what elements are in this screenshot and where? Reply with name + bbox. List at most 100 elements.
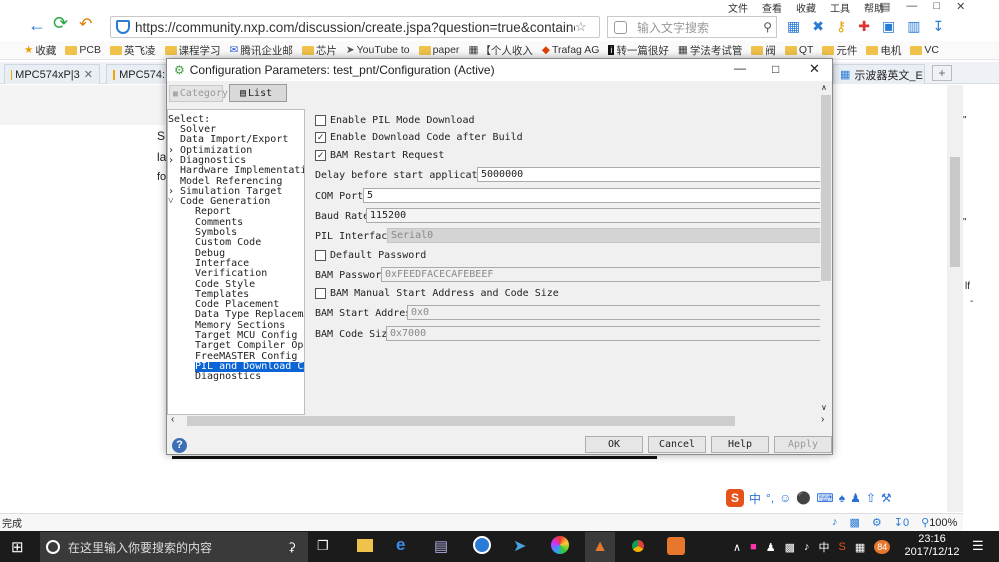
- telegram-icon[interactable]: ➤: [513, 536, 526, 556]
- bookmark-link[interactable]: i 转一篇很好: [608, 43, 669, 58]
- delay-input[interactable]: 5000000: [477, 167, 820, 182]
- bookmark-folder[interactable]: QT: [784, 44, 813, 56]
- bookmark-folder[interactable]: 芯片: [301, 43, 337, 58]
- tree-expand-icon[interactable]: ˅: [168, 197, 180, 207]
- ok-button[interactable]: OK: [585, 436, 643, 453]
- tray-volume-icon[interactable]: ♪: [804, 541, 810, 553]
- tab-mpc574[interactable]: MPC574:: [106, 64, 172, 84]
- bookmark-folder[interactable]: 英飞凌: [110, 43, 156, 58]
- bookmark-folder[interactable]: VC: [910, 44, 939, 56]
- com-port-input[interactable]: 5: [363, 188, 820, 203]
- enable-pil-checkbox[interactable]: [315, 115, 326, 126]
- help-circle-icon[interactable]: ?: [172, 438, 187, 453]
- baud-rate-input[interactable]: 115200: [366, 208, 820, 223]
- bam-size-input[interactable]: 0x7000: [386, 326, 820, 341]
- chrome-icon[interactable]: [629, 537, 647, 555]
- speaker-icon[interactable]: ♪: [832, 516, 838, 529]
- new-tab-icon[interactable]: +: [932, 65, 952, 81]
- menu-file[interactable]: 文件: [728, 0, 748, 15]
- mic-icon[interactable]: ⚳: [287, 540, 296, 554]
- upload-icon[interactable]: ⇧: [866, 491, 876, 505]
- dialog-titlebar[interactable]: ⚙ Configuration Parameters: test_pnt/Con…: [167, 59, 832, 81]
- task-view-icon[interactable]: ❐: [317, 538, 329, 554]
- bookmark-link[interactable]: ◆ Trafag AG: [542, 44, 600, 56]
- bookmark-link[interactable]: ▦ 学法考试管: [678, 43, 742, 58]
- dialog-minimize-icon[interactable]: —: [734, 61, 746, 75]
- close-tab-icon[interactable]: ✕: [84, 68, 93, 81]
- bookmark-link[interactable]: ➤ YouTube to: [346, 44, 410, 56]
- panel-scrollbar[interactable]: ∧ ∨: [820, 81, 832, 415]
- address-bar[interactable]: https://community.nxp.com/discussion/cre…: [110, 16, 600, 38]
- tray-network-icon[interactable]: ▩: [785, 541, 795, 554]
- pil-interface-select[interactable]: Serial0: [387, 228, 820, 243]
- download-count[interactable]: ↧0: [894, 516, 909, 529]
- menu-tools[interactable]: 工具: [830, 0, 850, 15]
- user-icon[interactable]: ♟: [850, 491, 861, 505]
- scroll-up-icon[interactable]: ∧: [821, 83, 827, 92]
- back-icon[interactable]: ←: [28, 15, 46, 36]
- bookmark-favorites[interactable]: ★ 收藏: [24, 43, 56, 58]
- dialog-maximize-icon[interactable]: □: [772, 62, 779, 76]
- key-icon[interactable]: ⚷: [836, 18, 846, 35]
- ime-mode[interactable]: 中: [749, 490, 761, 507]
- sogou-logo-icon[interactable]: S: [726, 489, 744, 507]
- bookmark-link[interactable]: ▦ 【个人收入: [468, 43, 532, 58]
- shirt-icon[interactable]: ▤: [880, 0, 890, 13]
- scroll-down-icon[interactable]: ∨: [821, 403, 827, 412]
- menu-favorites[interactable]: 收藏: [796, 0, 816, 15]
- bookmark-folder[interactable]: PCB: [65, 44, 101, 56]
- matlab-taskbar-icon[interactable]: ▲: [585, 532, 615, 562]
- tray-sogou-icon[interactable]: S: [839, 541, 846, 553]
- bam-password-input[interactable]: 0xFEEDFACECAFEBEEF: [381, 267, 820, 282]
- minimize-icon[interactable]: —: [906, 0, 917, 13]
- keyboard-icon[interactable]: ⌨: [816, 491, 833, 505]
- scroll-right-icon[interactable]: ›: [821, 414, 824, 425]
- page-scrollbar-thumb[interactable]: [950, 157, 960, 267]
- desktop-app-icon[interactable]: ▤: [434, 537, 448, 555]
- scroll-left-icon[interactable]: ‹: [171, 414, 174, 425]
- bookmark-folder[interactable]: 电机: [866, 43, 901, 58]
- tray-expand-icon[interactable]: ∧: [733, 541, 741, 554]
- tree-expand-icon[interactable]: ›: [168, 155, 180, 166]
- bookmark-link[interactable]: ✉ 腾讯企业邮: [230, 43, 293, 58]
- extension-icon[interactable]: ▣: [882, 18, 895, 35]
- undo-icon[interactable]: ↶: [79, 14, 92, 34]
- tray-badge[interactable]: 84: [874, 540, 891, 554]
- search-box[interactable]: 输入文字搜索 ⚲: [607, 16, 777, 38]
- close-window-icon[interactable]: ✕: [956, 0, 965, 13]
- edge-icon[interactable]: e: [396, 535, 405, 555]
- apply-button[interactable]: Apply: [774, 436, 832, 453]
- taskbar-search[interactable]: 在这里输入你要搜索的内容 ⚳: [40, 532, 308, 562]
- page-scrollbar[interactable]: [947, 85, 963, 512]
- horizontal-scrollbar[interactable]: ‹ ›: [167, 414, 832, 427]
- horizontal-scrollbar-thumb[interactable]: [187, 416, 735, 426]
- clock[interactable]: 23:16 2017/12/12: [902, 533, 962, 559]
- settings-icon[interactable]: ⚙: [872, 516, 882, 529]
- tray-grid-icon[interactable]: ▦: [855, 541, 865, 554]
- tray-people-icon[interactable]: ♟: [766, 541, 776, 554]
- app-orange-icon[interactable]: [667, 537, 685, 555]
- list-button[interactable]: ▤ List: [229, 84, 287, 102]
- help-button[interactable]: Help: [711, 436, 769, 453]
- dialog-close-icon[interactable]: ✕: [809, 61, 820, 77]
- zoom-level[interactable]: ⚲100%: [921, 516, 957, 529]
- windows-start-icon[interactable]: ⊞: [11, 538, 24, 556]
- search-icon[interactable]: ⚲: [763, 20, 772, 34]
- browser-app-icon[interactable]: [473, 536, 491, 554]
- refresh-icon[interactable]: ⟳: [53, 13, 68, 34]
- plugin-icon[interactable]: ✚: [858, 18, 870, 35]
- wrench-icon[interactable]: ⚒: [881, 491, 892, 505]
- restore-icon[interactable]: □: [933, 0, 940, 13]
- tab-oscilloscope[interactable]: ▦ 示波器英文_E: [833, 64, 925, 84]
- bookmark-folder[interactable]: 元件: [822, 43, 857, 58]
- default-password-checkbox[interactable]: [315, 250, 326, 261]
- tray-app-icon[interactable]: ■: [750, 541, 757, 553]
- color-app-icon[interactable]: [551, 536, 569, 554]
- emoji-icon[interactable]: ☺: [779, 491, 791, 505]
- cancel-button[interactable]: Cancel: [648, 436, 706, 453]
- bookmark-folder[interactable]: 课程学习: [164, 43, 221, 58]
- tab-mpc574xp[interactable]: MPC574xP|3 ✕: [4, 64, 100, 84]
- category-tree[interactable]: Select: Solver Data Import/Export › Optimiz…: [167, 109, 305, 415]
- tray-ime[interactable]: 中: [819, 539, 830, 555]
- category-button[interactable]: ▦ Category: [169, 85, 228, 102]
